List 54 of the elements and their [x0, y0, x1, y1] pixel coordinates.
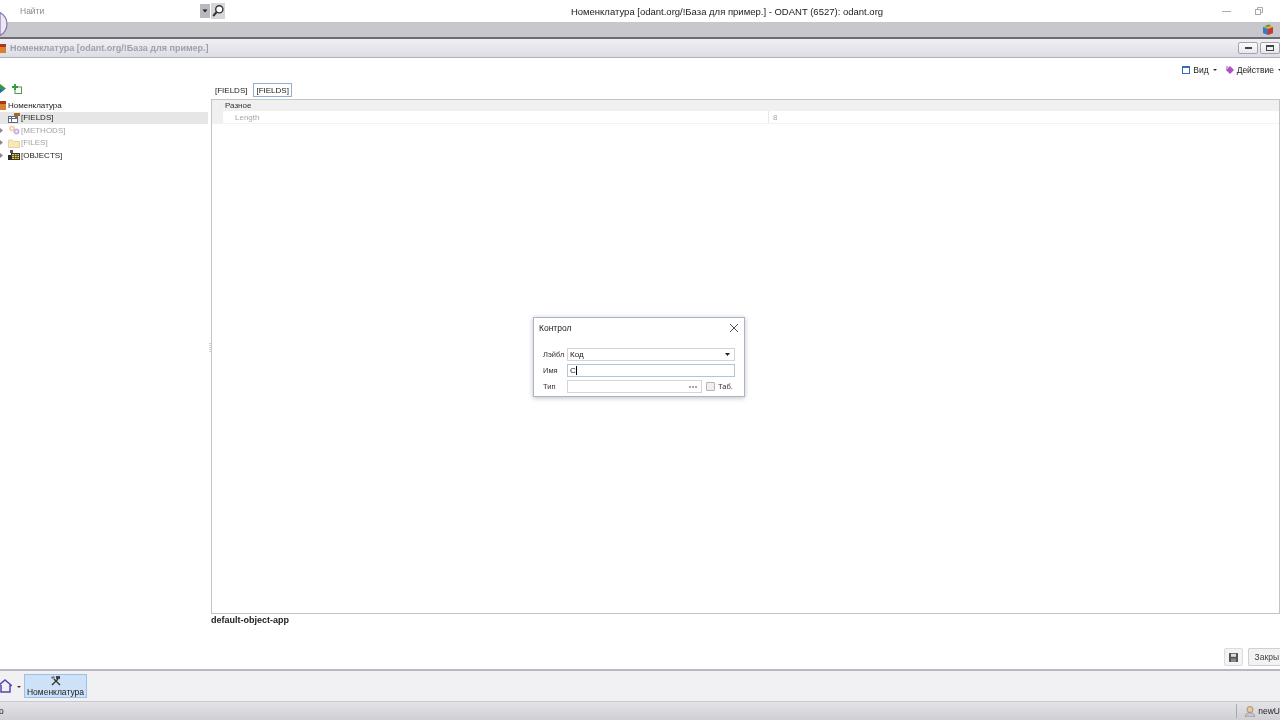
window-title: Номенклатура [odant.org/!База для пример.] - ODANT (6527): odant.org: [569, 5, 885, 17]
search-field[interactable]: Найти: [14, 3, 200, 19]
property-category[interactable]: Разное: [212, 100, 1279, 111]
tree-item[interactable]: [FIELDS]: [0, 111, 208, 124]
minimize-icon: [1244, 47, 1252, 49]
maximize-button[interactable]: [1260, 42, 1280, 54]
user-name[interactable]: newU: [1258, 706, 1280, 716]
diamond-icon: [1225, 65, 1234, 74]
ellipsis-icon[interactable]: [689, 385, 697, 388]
caret-icon[interactable]: [17, 686, 21, 688]
close-icon[interactable]: [730, 324, 738, 332]
action-button[interactable]: Действие: [1225, 64, 1280, 75]
document-title: Номенклатура [odant.org/!База для пример.]: [10, 43, 209, 53]
save-icon: [1228, 652, 1238, 662]
search-icon[interactable]: [211, 3, 225, 19]
ring-icon[interactable]: [0, 12, 8, 36]
caret-icon: [1212, 68, 1217, 71]
caret-icon: [1278, 68, 1280, 71]
minimize-button[interactable]: [1238, 42, 1258, 54]
checkbox[interactable]: [706, 382, 715, 391]
status-text: о: [0, 706, 4, 716]
window-icon: [1182, 65, 1191, 74]
select-field[interactable]: Код: [567, 348, 735, 361]
close-button[interactable]: Закры: [1247, 648, 1280, 666]
input-field[interactable]: [567, 380, 702, 393]
minimize-icon[interactable]: [1222, 10, 1231, 12]
grid-icon: [8, 150, 20, 161]
tree-item[interactable]: Номенклатура: [0, 99, 208, 112]
dropdown-caret-icon: [725, 353, 730, 356]
view-button[interactable]: Вид: [1182, 64, 1217, 75]
caret-icon[interactable]: [200, 4, 210, 18]
tree-item[interactable]: [OBJECTS]: [0, 149, 208, 162]
restore-icon[interactable]: [1255, 7, 1263, 15]
arrow-icon[interactable]: [0, 84, 6, 93]
box-icon: [0, 100, 6, 110]
house-icon[interactable]: [0, 679, 12, 693]
taskbar-item[interactable]: Номенклатура: [24, 674, 87, 698]
user-icon[interactable]: [1245, 705, 1256, 717]
maximize-icon: [1266, 45, 1274, 51]
cube-icon[interactable]: [1262, 23, 1274, 36]
property-name: Length: [223, 111, 769, 123]
dialog-title: Контрол: [539, 323, 572, 333]
tab[interactable]: [FIELDS]: [253, 83, 292, 97]
app-label: default-object-app: [211, 615, 289, 625]
hammer-icon: [50, 676, 61, 686]
tab[interactable]: [FIELDS]: [212, 83, 251, 97]
gears-icon: [8, 125, 20, 136]
save-button[interactable]: [1223, 648, 1243, 666]
box-icon: [0, 43, 6, 53]
input-field[interactable]: С: [567, 364, 735, 377]
folder-icon: [8, 137, 20, 148]
table-icon: [8, 112, 20, 123]
add-icon[interactable]: [12, 84, 22, 94]
splitter-grip-icon[interactable]: [208, 342, 211, 353]
